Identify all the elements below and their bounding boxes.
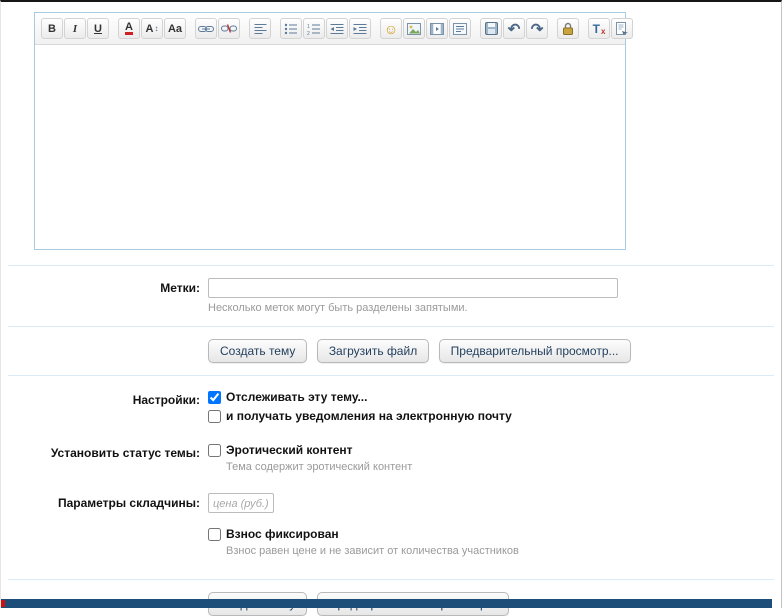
unlink-button[interactable] bbox=[218, 18, 240, 39]
group-basic-format: B I U bbox=[41, 18, 109, 39]
align-icon bbox=[254, 23, 267, 35]
group-drafts: ↶ ↷ bbox=[480, 18, 548, 39]
smiley-icon: ☺ bbox=[384, 22, 398, 36]
lock-icon bbox=[562, 22, 574, 35]
watch-topic-option[interactable]: Отслеживать эту тему... bbox=[208, 390, 781, 404]
undo-button[interactable]: ↶ bbox=[503, 18, 525, 39]
link-icon bbox=[198, 24, 214, 34]
unlink-icon bbox=[221, 23, 237, 34]
group-font: A A↕ Aa bbox=[118, 18, 186, 39]
fixed-fee-hint: Взнос равен цене и не зависит от количес… bbox=[226, 545, 781, 557]
lock-button[interactable] bbox=[557, 18, 579, 39]
watch-topic-checkbox[interactable] bbox=[208, 391, 221, 404]
price-input[interactable] bbox=[208, 493, 274, 513]
group-lists: 12 bbox=[280, 18, 371, 39]
image-button[interactable] bbox=[403, 18, 425, 39]
bottom-bar-accent bbox=[1, 600, 5, 607]
editor-body[interactable] bbox=[35, 45, 625, 249]
bbcode-editor-icon bbox=[616, 22, 629, 35]
topic-status-label: Установить статус темы: bbox=[1, 443, 208, 460]
align-button[interactable] bbox=[249, 18, 271, 39]
undo-icon: ↶ bbox=[508, 20, 521, 38]
tags-row: Метки: Несколько меток могут быть раздел… bbox=[1, 266, 781, 326]
font-size-icon: A bbox=[146, 23, 154, 35]
save-draft-icon bbox=[485, 22, 498, 35]
numbered-list-icon: 12 bbox=[307, 23, 321, 35]
watch-topic-label: Отслеживать эту тему... bbox=[226, 390, 367, 404]
upload-file-button[interactable]: Загрузить файл bbox=[317, 339, 429, 363]
bold-button[interactable]: B bbox=[41, 18, 63, 39]
italic-button[interactable]: I bbox=[64, 18, 86, 39]
redo-icon: ↷ bbox=[531, 20, 544, 38]
email-notify-option[interactable]: и получать уведомления на электронную по… bbox=[208, 409, 781, 423]
tags-label: Метки: bbox=[1, 278, 208, 295]
image-icon bbox=[407, 23, 421, 35]
outdent-icon bbox=[330, 23, 344, 35]
bullet-list-icon bbox=[284, 23, 298, 35]
svg-text:2: 2 bbox=[307, 31, 310, 35]
params-row: Параметры складчины: Взнос фиксирован Вз… bbox=[1, 473, 781, 557]
erotic-content-label: Эротический контент bbox=[226, 443, 353, 457]
outdent-button[interactable] bbox=[326, 18, 348, 39]
settings-row: Настройки: Отслеживать эту тему... и пол… bbox=[1, 376, 781, 423]
link-button[interactable] bbox=[195, 18, 217, 39]
erotic-content-hint: Тема содержит эротический контент bbox=[226, 461, 781, 473]
create-topic-button[interactable]: Создать тему bbox=[208, 339, 307, 363]
quote-icon bbox=[453, 23, 467, 35]
mid-buttons-row: Создать тему Загрузить файл Предваритель… bbox=[1, 327, 781, 375]
fixed-fee-label: Взнос фиксирован bbox=[226, 527, 339, 541]
font-family-button[interactable]: Aa bbox=[164, 18, 186, 39]
bottom-bar bbox=[1, 599, 772, 608]
remove-format-button[interactable]: Tx bbox=[588, 18, 610, 39]
empty-label bbox=[1, 339, 208, 342]
indent-button[interactable] bbox=[349, 18, 371, 39]
group-link bbox=[195, 18, 240, 39]
spacer bbox=[1, 250, 781, 265]
page: B I U A A↕ Aa bbox=[0, 0, 782, 608]
numbered-list-button[interactable]: 12 bbox=[303, 18, 325, 39]
spacer bbox=[1, 557, 781, 579]
email-notify-label: и получать уведомления на электронную по… bbox=[226, 409, 512, 423]
svg-text:1: 1 bbox=[307, 24, 310, 30]
bold-icon: B bbox=[48, 23, 56, 35]
params-label: Параметры складчины: bbox=[1, 493, 208, 510]
bullet-list-button[interactable] bbox=[280, 18, 302, 39]
smiley-button[interactable]: ☺ bbox=[380, 18, 402, 39]
group-format-tools: Tx bbox=[588, 18, 633, 39]
font-family-icon: Aa bbox=[168, 23, 182, 35]
font-size-button[interactable]: A↕ bbox=[141, 18, 163, 39]
fixed-fee-option[interactable]: Взнос фиксирован bbox=[208, 527, 781, 541]
remove-format-icon: T bbox=[593, 22, 600, 36]
bottom-buttons-row: Создать тему Предварительный просмотр... bbox=[1, 580, 781, 616]
redo-button[interactable]: ↷ bbox=[526, 18, 548, 39]
settings-label: Настройки: bbox=[1, 390, 208, 407]
media-icon bbox=[430, 23, 444, 35]
fixed-fee-checkbox[interactable] bbox=[208, 528, 221, 541]
group-lock bbox=[557, 18, 579, 39]
underline-icon: U bbox=[94, 23, 102, 35]
preview-button[interactable]: Предварительный просмотр... bbox=[439, 339, 631, 363]
empty-label bbox=[1, 592, 208, 595]
editor-toolbar: B I U A A↕ Aa bbox=[35, 13, 625, 45]
group-align bbox=[249, 18, 271, 39]
tags-input[interactable] bbox=[208, 278, 618, 298]
bbcode-toggle-button[interactable] bbox=[611, 18, 633, 39]
erotic-content-option[interactable]: Эротический контент bbox=[208, 443, 781, 457]
font-size-arrows-icon: ↕ bbox=[154, 24, 158, 33]
email-notify-checkbox[interactable] bbox=[208, 410, 221, 423]
remove-format-x-icon: x bbox=[601, 27, 605, 36]
underline-button[interactable]: U bbox=[87, 18, 109, 39]
quote-button[interactable] bbox=[449, 18, 471, 39]
group-insert: ☺ bbox=[380, 18, 471, 39]
media-button[interactable] bbox=[426, 18, 448, 39]
erotic-content-checkbox[interactable] bbox=[208, 444, 221, 457]
text-color-button[interactable]: A bbox=[118, 18, 140, 39]
drafts-button[interactable] bbox=[480, 18, 502, 39]
rich-text-editor: B I U A A↕ Aa bbox=[34, 12, 626, 250]
italic-icon: I bbox=[73, 23, 77, 35]
text-color-icon: A bbox=[125, 22, 133, 35]
tags-hint: Несколько меток могут быть разделены зап… bbox=[208, 302, 781, 314]
indent-icon bbox=[353, 23, 367, 35]
topic-status-row: Установить статус темы: Эротический конт… bbox=[1, 423, 781, 473]
